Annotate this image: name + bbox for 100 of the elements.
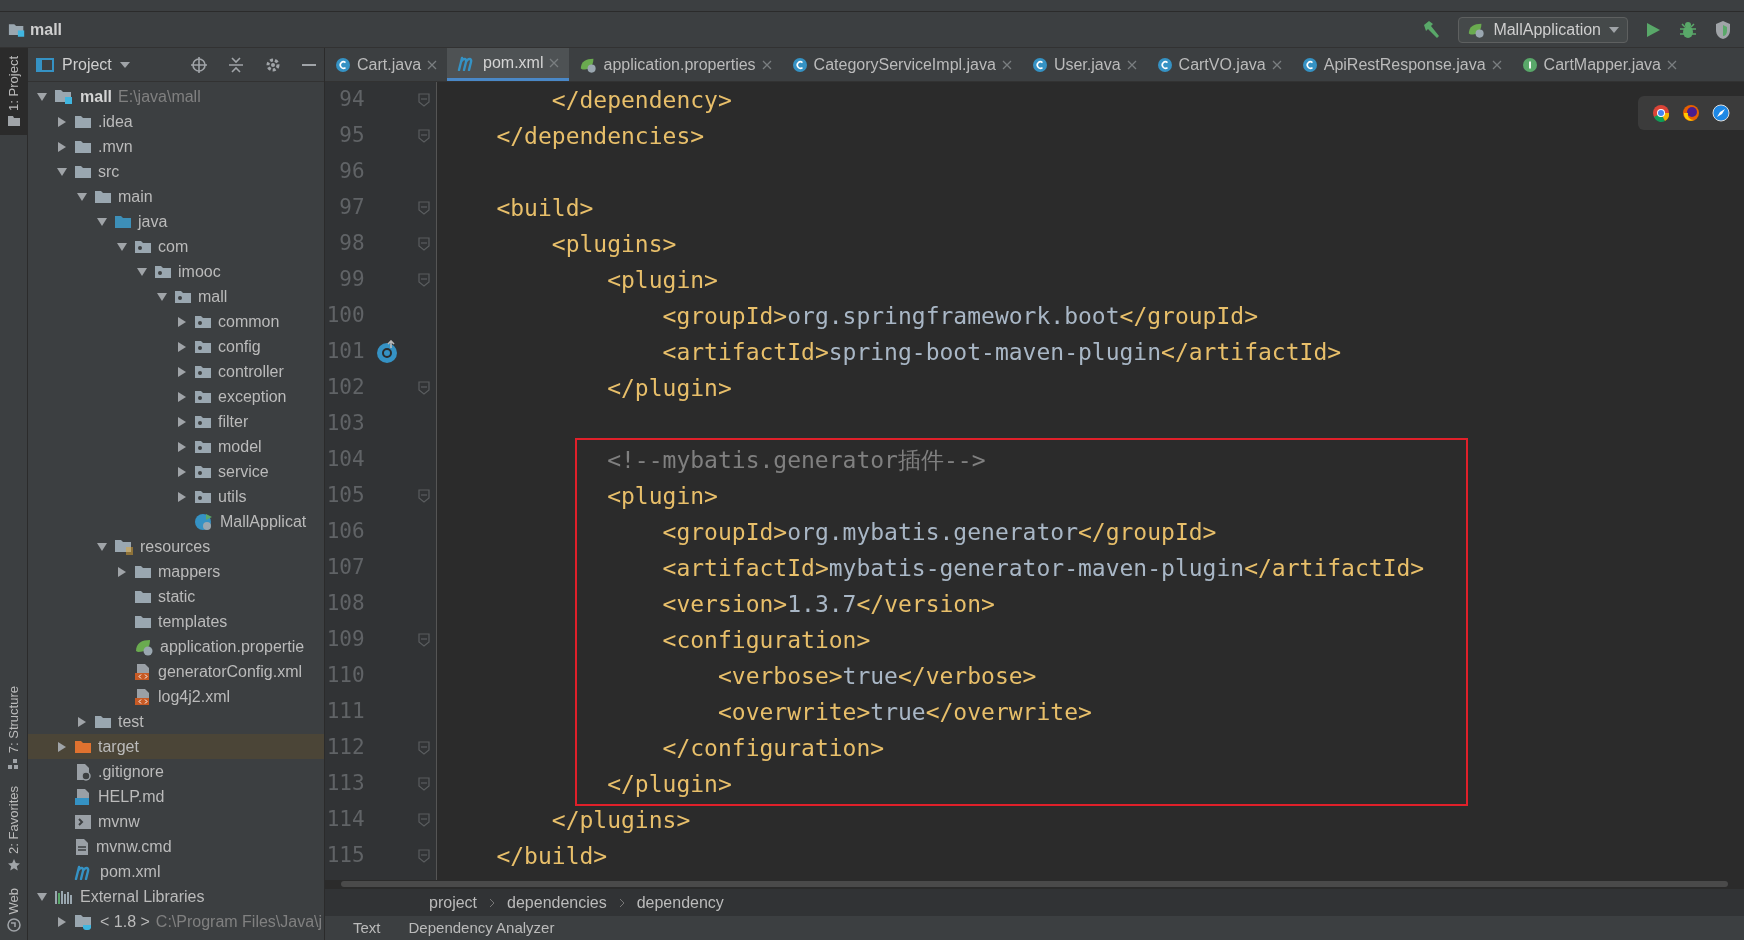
close-icon[interactable] xyxy=(1001,59,1012,70)
expand-arrow-icon[interactable] xyxy=(176,440,188,453)
collapse-arrow-icon[interactable] xyxy=(96,215,108,228)
expand-arrow-icon[interactable] xyxy=(76,715,88,728)
collapse-arrow-icon[interactable] xyxy=(156,290,168,303)
tree-item[interactable]: mall xyxy=(28,284,324,309)
editor-tab[interactable]: pom.xml xyxy=(447,48,570,81)
collapse-all-icon[interactable] xyxy=(228,55,244,74)
fold-marker-icon[interactable] xyxy=(418,93,431,107)
tree-item[interactable]: HELP.md xyxy=(28,784,324,809)
expand-arrow-icon[interactable] xyxy=(56,915,68,928)
fold-marker-icon[interactable] xyxy=(418,201,431,215)
editor-tab[interactable]: application.properties xyxy=(569,48,782,81)
breadcrumb-item[interactable]: dependencies xyxy=(507,890,607,915)
expand-arrow-icon[interactable] xyxy=(56,140,68,153)
fold-marker-icon[interactable] xyxy=(418,813,431,827)
fold-marker-icon[interactable] xyxy=(418,741,431,755)
tree-item[interactable]: templates xyxy=(28,609,324,634)
expand-arrow-icon[interactable] xyxy=(56,115,68,128)
tool-window-button[interactable]: 7: Structure xyxy=(0,678,27,778)
tree-item[interactable]: src xyxy=(28,159,324,184)
browser-icon[interactable] xyxy=(1652,104,1670,122)
tree-item[interactable]: target xyxy=(28,734,324,759)
tree-item[interactable]: controller xyxy=(28,359,324,384)
tree-item[interactable]: exception xyxy=(28,384,324,409)
tree-item[interactable]: utils xyxy=(28,484,324,509)
close-icon[interactable] xyxy=(1271,59,1282,70)
collapse-arrow-icon[interactable] xyxy=(136,265,148,278)
fold-marker-icon[interactable] xyxy=(418,237,431,251)
editor-mode-tab[interactable]: Text xyxy=(353,916,381,940)
tree-item[interactable]: com xyxy=(28,234,324,259)
expand-arrow-icon[interactable] xyxy=(176,340,188,353)
fold-marker-icon[interactable] xyxy=(418,381,431,395)
close-icon[interactable] xyxy=(1667,59,1677,70)
tree-item[interactable]: generatorConfig.xml xyxy=(28,659,324,684)
tree-item[interactable]: .mvn xyxy=(28,134,324,159)
collapse-arrow-icon[interactable] xyxy=(76,190,88,203)
close-icon[interactable] xyxy=(761,59,772,70)
compass-icon[interactable] xyxy=(1712,104,1730,122)
collapse-arrow-icon[interactable] xyxy=(36,90,48,103)
editor-tab[interactable]: CartVO.java xyxy=(1146,48,1292,81)
tree-item[interactable]: java xyxy=(28,209,324,234)
collapse-arrow-icon[interactable] xyxy=(56,165,68,178)
tree-item[interactable]: .gitignore xyxy=(28,759,324,784)
bug-icon[interactable] xyxy=(1678,19,1698,40)
editor-tab[interactable]: CategoryServiceImpl.java xyxy=(781,48,1022,81)
tree-item[interactable]: service xyxy=(28,459,324,484)
fold-marker-icon[interactable] xyxy=(418,777,431,791)
breadcrumb-item[interactable]: project xyxy=(429,890,478,915)
expand-arrow-icon[interactable] xyxy=(176,465,188,478)
breadcrumb-item[interactable]: dependency xyxy=(636,890,724,915)
expand-arrow-icon[interactable] xyxy=(116,565,128,578)
expand-arrow-icon[interactable] xyxy=(56,740,68,753)
run-icon[interactable] xyxy=(1644,20,1662,39)
tree-item[interactable]: imooc xyxy=(28,259,324,284)
fold-marker-icon[interactable] xyxy=(418,129,431,143)
expand-arrow-icon[interactable] xyxy=(176,315,188,328)
tool-window-button[interactable]: 1: Project xyxy=(0,48,27,135)
tree-item[interactable]: < 1.8 > C:\Program Files\Java\j xyxy=(28,909,324,934)
tree-item[interactable]: mall E:\java\mall xyxy=(28,84,324,109)
fold-marker-icon[interactable] xyxy=(418,273,431,287)
collapse-arrow-icon[interactable] xyxy=(96,540,108,553)
editor-tab[interactable]: Cart.java xyxy=(325,48,448,81)
editor-tab[interactable]: CartMapper.java xyxy=(1511,48,1687,81)
tree-item[interactable]: common xyxy=(28,309,324,334)
tree-item[interactable]: mvnw xyxy=(28,809,324,834)
fold-marker-icon[interactable] xyxy=(418,849,431,863)
fold-marker-icon[interactable] xyxy=(418,489,431,503)
shield-icon[interactable] xyxy=(1714,19,1732,40)
tree-item[interactable]: mappers xyxy=(28,559,324,584)
tree-item[interactable]: filter xyxy=(28,409,324,434)
tree-item[interactable]: config xyxy=(28,334,324,359)
tree-item[interactable]: model xyxy=(28,434,324,459)
tool-window-button[interactable]: 2: Favorites xyxy=(0,777,27,880)
editor-tab[interactable]: ApiRestResponse.java xyxy=(1291,48,1512,81)
run-configuration-dropdown[interactable]: MallApplication xyxy=(1458,16,1628,43)
close-icon[interactable] xyxy=(1491,59,1502,70)
collapse-arrow-icon[interactable] xyxy=(116,240,128,253)
tree-item[interactable]: External Libraries xyxy=(28,884,324,909)
project-view-dropdown[interactable]: Project xyxy=(62,52,130,77)
editor-mode-tab[interactable]: Dependency Analyzer xyxy=(408,916,555,940)
tree-item[interactable]: test xyxy=(28,709,324,734)
editor-tab[interactable]: User.java xyxy=(1021,48,1147,81)
expand-arrow-icon[interactable] xyxy=(176,365,188,378)
tree-item[interactable]: pom.xml xyxy=(28,859,324,884)
expand-arrow-icon[interactable] xyxy=(176,415,188,428)
fold-marker-icon[interactable] xyxy=(418,633,431,647)
browser-icon[interactable] xyxy=(1682,104,1700,122)
tree-item[interactable]: resources xyxy=(28,534,324,559)
tree-item[interactable]: log4j2.xml xyxy=(28,684,324,709)
tree-item[interactable]: static xyxy=(28,584,324,609)
project-name[interactable]: mall xyxy=(30,17,62,42)
tree-item[interactable]: main xyxy=(28,184,324,209)
close-icon[interactable] xyxy=(1126,59,1137,70)
collapse-arrow-icon[interactable] xyxy=(36,890,48,903)
tool-window-button[interactable]: Web xyxy=(0,879,27,940)
tree-item[interactable]: MallApplicat xyxy=(28,509,324,534)
tree-item[interactable]: .idea xyxy=(28,109,324,134)
crosshair-icon[interactable] xyxy=(190,55,208,74)
tree-item[interactable]: application.propertie xyxy=(28,634,324,659)
